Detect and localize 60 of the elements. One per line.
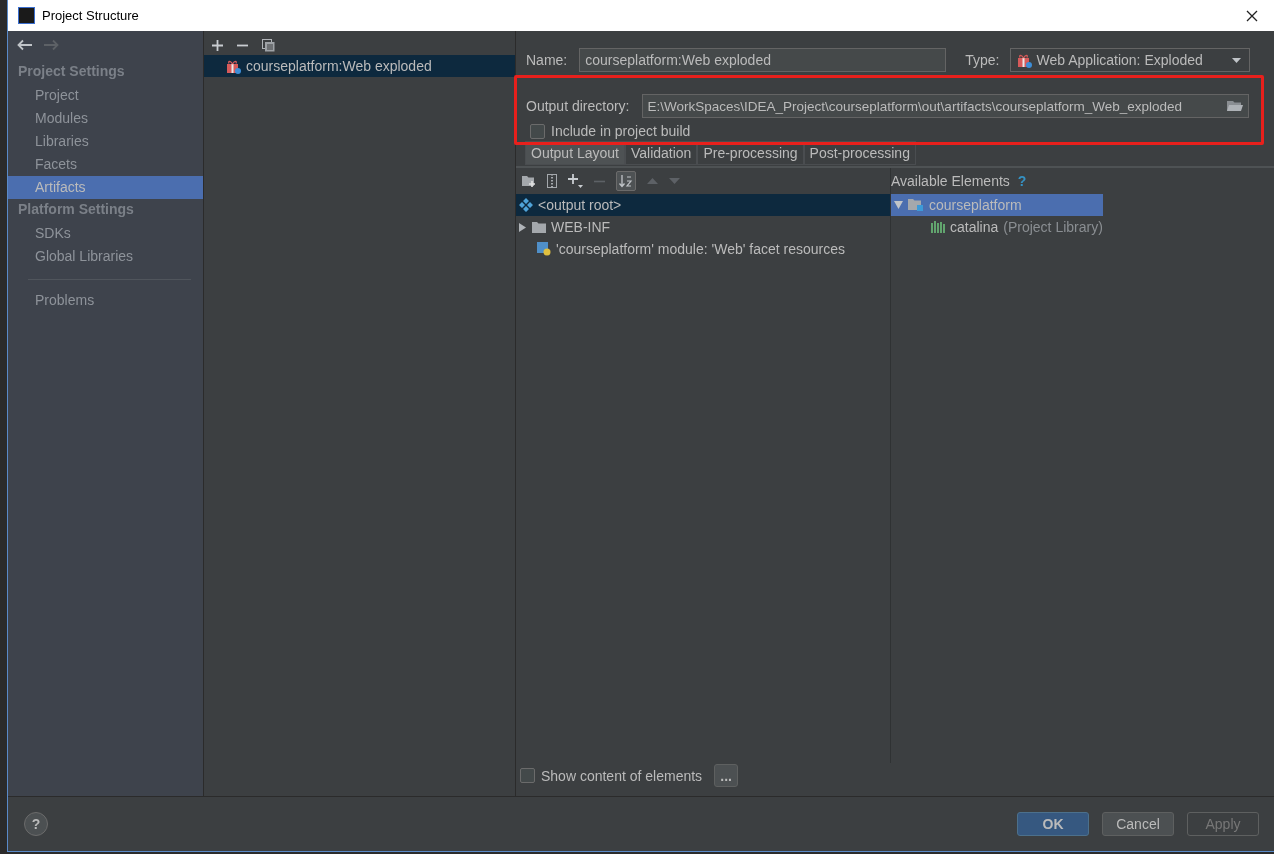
sidebar-item[interactable]: Facets [8, 153, 203, 176]
tree-row[interactable]: <output root> [516, 194, 890, 216]
artifact-item[interactable]: courseplatform:Web exploded [204, 55, 515, 77]
show-content-checkbox[interactable] [520, 768, 535, 783]
section-heading: Project Settings [17, 62, 126, 81]
include-checkbox[interactable] [530, 123, 545, 139]
module-folder-icon [908, 199, 924, 211]
output-directory-label: Output directory: [526, 98, 630, 114]
diamond-grid-icon [519, 198, 533, 212]
output-directory-field[interactable]: E:\WorkSpaces\IDEA_Project\courseplatform\out\artifacts\courseplatform_Web_exploded [641, 94, 1249, 118]
dialog-button[interactable]: Cancel [1102, 812, 1174, 836]
more-button[interactable]: ... [714, 764, 739, 787]
close-icon[interactable] [1246, 9, 1258, 22]
tree-row[interactable]: 'courseplatform' module: 'Web' facet resources [516, 238, 890, 260]
back-arrow-icon[interactable] [17, 39, 33, 51]
archive-icon[interactable] [547, 174, 557, 188]
tab[interactable]: Pre-processing [697, 141, 804, 165]
add-icon[interactable] [212, 40, 223, 51]
section-heading: Platform Settings [17, 200, 135, 219]
gift-icon [1017, 52, 1033, 68]
tab[interactable]: Post-processing [803, 141, 916, 165]
move-up-icon [647, 178, 658, 184]
sidebar-item[interactable]: Modules [8, 107, 203, 130]
sidebar-item[interactable]: SDKs [8, 222, 203, 245]
sidebar-item[interactable]: Libraries [8, 130, 203, 153]
tree-row[interactable]: catalina (Project Library) [891, 216, 1103, 238]
gift-icon [226, 58, 241, 74]
copy-icon[interactable] [262, 39, 275, 52]
new-folder-icon[interactable] [522, 175, 536, 187]
collapsed-arrow-icon[interactable] [519, 222, 527, 232]
tree-row[interactable]: WEB-INF [516, 216, 890, 238]
tree-row[interactable]: courseplatform [891, 194, 1103, 216]
sidebar-item[interactable]: Problems [8, 289, 203, 312]
library-icon [931, 221, 945, 233]
name-field[interactable]: courseplatform:Web exploded [579, 48, 947, 72]
module-icon [537, 242, 551, 256]
type-label: Type: [965, 52, 1000, 68]
type-dropdown[interactable]: Web Application: Exploded [1010, 48, 1251, 72]
sidebar-item[interactable]: Project [8, 84, 203, 107]
move-down-icon [669, 178, 680, 184]
sidebar-item[interactable]: Artifacts [8, 176, 203, 199]
artifact-name: courseplatform:Web exploded [246, 58, 432, 74]
sidebar-item[interactable]: Global Libraries [8, 245, 203, 268]
app-icon [18, 7, 35, 24]
caret-icon [1232, 57, 1242, 63]
sort-icon [619, 174, 633, 188]
window-title: Project Structure [42, 8, 140, 23]
help-link[interactable]: ? [1017, 173, 1027, 189]
folder-icon [532, 221, 546, 233]
available-elements-heading: Available Elements [891, 173, 1010, 189]
help-button[interactable]: ? [24, 812, 48, 836]
tab[interactable]: Output Layout [525, 141, 625, 165]
expanded-arrow-icon[interactable] [894, 201, 903, 209]
dialog-button[interactable]: OK [1017, 812, 1089, 836]
folder-icon[interactable] [1226, 100, 1243, 112]
sort-button[interactable] [616, 171, 636, 191]
name-label: Name: [526, 52, 568, 68]
include-label: Include in project build [551, 123, 691, 139]
show-content-label: Show content of elements [541, 767, 703, 784]
add-dropdown-icon[interactable] [568, 174, 583, 188]
